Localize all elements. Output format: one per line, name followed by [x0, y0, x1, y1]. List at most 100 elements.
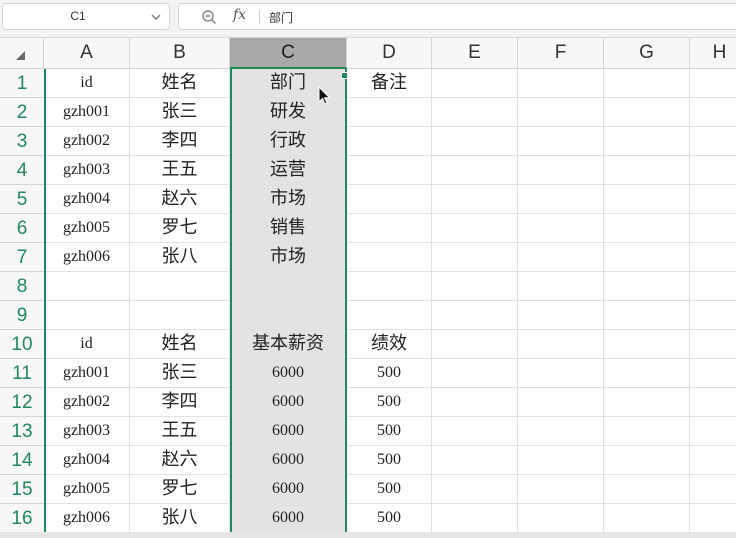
cell-b7[interactable]: 张八 — [130, 243, 230, 272]
cell-g3[interactable] — [604, 127, 690, 156]
cell-d14[interactable]: 500 — [347, 446, 432, 475]
cell-c7[interactable]: 市场 — [230, 243, 347, 272]
cell-d5[interactable] — [347, 185, 432, 214]
cell-c3[interactable]: 行政 — [230, 127, 347, 156]
cell-e7[interactable] — [432, 243, 518, 272]
cell-h12[interactable] — [690, 388, 736, 417]
row-header-8[interactable]: 8 — [0, 272, 44, 301]
cell-b4[interactable]: 王五 — [130, 156, 230, 185]
cell-f6[interactable] — [518, 214, 604, 243]
column-header-e[interactable]: E — [432, 38, 518, 68]
cell-g12[interactable] — [604, 388, 690, 417]
cell-e11[interactable] — [432, 359, 518, 388]
cell-h8[interactable] — [690, 272, 736, 301]
row-header-13[interactable]: 13 — [0, 417, 44, 446]
zoom-out-icon[interactable] — [201, 9, 217, 25]
cell-h4[interactable] — [690, 156, 736, 185]
row-header-3[interactable]: 3 — [0, 127, 44, 156]
cell-d10[interactable]: 绩效 — [347, 330, 432, 359]
cell-g14[interactable] — [604, 446, 690, 475]
cell-c16[interactable]: 6000 — [230, 504, 347, 533]
column-header-c[interactable]: C — [230, 38, 347, 69]
formula-input[interactable]: 部门 — [269, 9, 293, 26]
cell-h15[interactable] — [690, 475, 736, 504]
cell-h5[interactable] — [690, 185, 736, 214]
column-header-g[interactable]: G — [604, 38, 690, 68]
cell-h6[interactable] — [690, 214, 736, 243]
cell-b11[interactable]: 张三 — [130, 359, 230, 388]
cell-g10[interactable] — [604, 330, 690, 359]
cell-a2[interactable]: gzh001 — [44, 98, 130, 127]
cell-b12[interactable]: 李四 — [130, 388, 230, 417]
cell-e3[interactable] — [432, 127, 518, 156]
column-header-h[interactable]: H — [690, 38, 736, 68]
cell-d4[interactable] — [347, 156, 432, 185]
cell-g16[interactable] — [604, 504, 690, 533]
cell-f2[interactable] — [518, 98, 604, 127]
row-header-6[interactable]: 6 — [0, 214, 44, 243]
cell-b6[interactable]: 罗七 — [130, 214, 230, 243]
cell-h16[interactable] — [690, 504, 736, 533]
cell-c8[interactable] — [230, 272, 347, 301]
cell-h13[interactable] — [690, 417, 736, 446]
row-header-10[interactable]: 10 — [0, 330, 44, 359]
cell-b15[interactable]: 罗七 — [130, 475, 230, 504]
cell-f15[interactable] — [518, 475, 604, 504]
cell-h7[interactable] — [690, 243, 736, 272]
cell-d13[interactable]: 500 — [347, 417, 432, 446]
cell-f4[interactable] — [518, 156, 604, 185]
cell-e8[interactable] — [432, 272, 518, 301]
cell-e12[interactable] — [432, 388, 518, 417]
cell-c10[interactable]: 基本薪资 — [230, 330, 347, 359]
cell-c5[interactable]: 市场 — [230, 185, 347, 214]
cell-f11[interactable] — [518, 359, 604, 388]
cell-e10[interactable] — [432, 330, 518, 359]
cell-c6[interactable]: 销售 — [230, 214, 347, 243]
cell-a16[interactable]: gzh006 — [44, 504, 130, 533]
cell-e9[interactable] — [432, 301, 518, 330]
cell-d1[interactable]: 备注 — [347, 69, 432, 98]
column-header-f[interactable]: F — [518, 38, 604, 68]
cell-b3[interactable]: 李四 — [130, 127, 230, 156]
cell-a10[interactable]: id — [44, 330, 130, 359]
column-header-b[interactable]: B — [130, 38, 230, 68]
cell-d9[interactable] — [347, 301, 432, 330]
fx-icon[interactable]: fx — [233, 7, 246, 23]
row-header-16[interactable]: 16 — [0, 504, 44, 533]
cell-h3[interactable] — [690, 127, 736, 156]
cell-e4[interactable] — [432, 156, 518, 185]
cell-g9[interactable] — [604, 301, 690, 330]
cell-e6[interactable] — [432, 214, 518, 243]
cell-f14[interactable] — [518, 446, 604, 475]
cell-h14[interactable] — [690, 446, 736, 475]
cell-b2[interactable]: 张三 — [130, 98, 230, 127]
cell-f13[interactable] — [518, 417, 604, 446]
cell-h1[interactable] — [690, 69, 736, 98]
cell-g1[interactable] — [604, 69, 690, 98]
cell-f1[interactable] — [518, 69, 604, 98]
cell-b8[interactable] — [130, 272, 230, 301]
cell-e13[interactable] — [432, 417, 518, 446]
cell-b16[interactable]: 张八 — [130, 504, 230, 533]
cell-e5[interactable] — [432, 185, 518, 214]
cell-a7[interactable]: gzh006 — [44, 243, 130, 272]
cell-b1[interactable]: 姓名 — [130, 69, 230, 98]
cell-a1[interactable]: id — [44, 69, 130, 98]
formula-bar[interactable]: fx 部门 — [178, 3, 736, 30]
horizontal-scrollbar[interactable] — [0, 532, 736, 538]
cell-g4[interactable] — [604, 156, 690, 185]
cell-b5[interactable]: 赵六 — [130, 185, 230, 214]
cell-d3[interactable] — [347, 127, 432, 156]
cell-g15[interactable] — [604, 475, 690, 504]
cell-d15[interactable]: 500 — [347, 475, 432, 504]
row-header-1[interactable]: 1 — [0, 69, 44, 98]
cell-g6[interactable] — [604, 214, 690, 243]
cell-e16[interactable] — [432, 504, 518, 533]
cell-e1[interactable] — [432, 69, 518, 98]
column-header-d[interactable]: D — [347, 38, 432, 68]
cell-g11[interactable] — [604, 359, 690, 388]
cell-a3[interactable]: gzh002 — [44, 127, 130, 156]
cell-b14[interactable]: 赵六 — [130, 446, 230, 475]
name-box[interactable]: C1 — [2, 3, 170, 30]
cell-h11[interactable] — [690, 359, 736, 388]
